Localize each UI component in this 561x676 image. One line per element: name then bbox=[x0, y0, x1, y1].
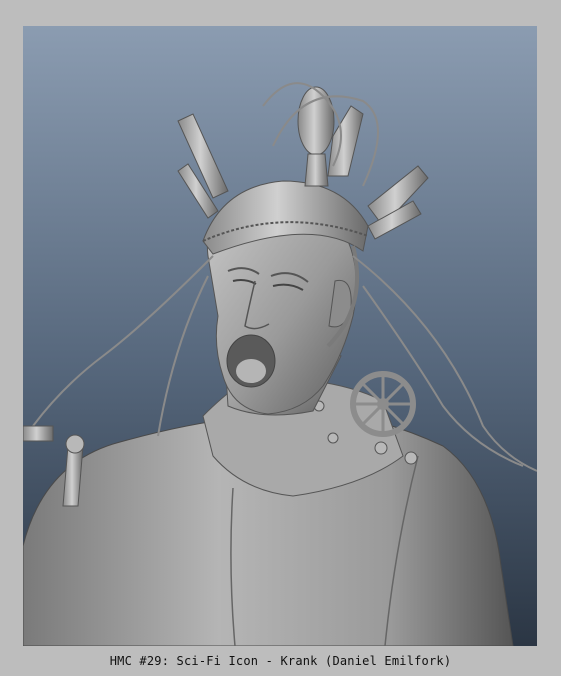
render-frame: HMC #29: Sci-Fi Icon - Krank (Daniel Emi… bbox=[0, 0, 561, 676]
sculpt-render bbox=[23, 82, 537, 646]
3d-viewport bbox=[23, 26, 537, 646]
valve-wheel bbox=[350, 371, 416, 437]
coat bbox=[23, 380, 514, 646]
render-caption: HMC #29: Sci-Fi Icon - Krank (Daniel Emi… bbox=[109, 654, 452, 668]
